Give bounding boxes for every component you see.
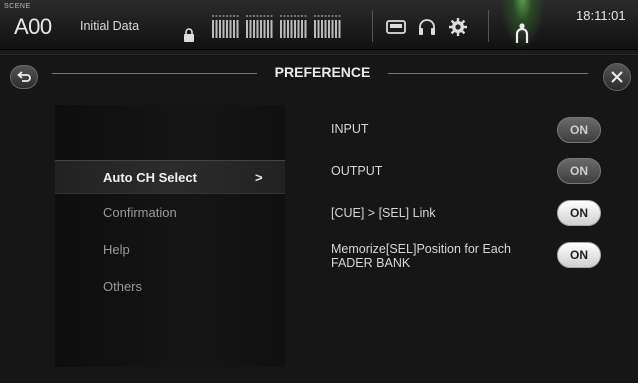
menu-item-label: Others: [103, 279, 143, 294]
gear-icon[interactable]: [447, 16, 469, 38]
menu-item-label: Confirmation: [103, 205, 177, 220]
preference-window: PREFERENCE Auto CH Select > Confirmation…: [0, 54, 638, 383]
memory-card-icon[interactable]: [385, 16, 407, 38]
setting-label-input: INPUT: [331, 122, 369, 136]
menu-item-auto-ch-select[interactable]: Auto CH Select >: [55, 160, 285, 194]
input-toggle[interactable]: ON: [557, 117, 601, 143]
menu-item-help[interactable]: Help: [55, 233, 285, 267]
close-icon: [611, 71, 623, 83]
menu-item-others[interactable]: Others: [55, 270, 285, 304]
lock-icon[interactable]: [183, 28, 195, 42]
divider: [488, 10, 489, 42]
chevron-right-icon: >: [255, 170, 263, 185]
scene-caption: SCENE: [4, 3, 31, 10]
meter-icon[interactable]: [210, 14, 360, 40]
setting-label-cue-sel-link: [CUE] > [SEL] Link: [331, 206, 436, 220]
preference-menu: Auto CH Select > Confirmation Help Other…: [55, 105, 285, 367]
memorize-sel-position-toggle[interactable]: ON: [557, 242, 601, 268]
title-divider-left: [52, 73, 257, 74]
page-title: PREFERENCE: [274, 64, 371, 80]
cue-sel-link-toggle[interactable]: ON: [557, 200, 601, 226]
back-icon: [17, 71, 31, 82]
setting-label-memorize-sel-position: Memorize[SEL]Position for Each FADER BAN…: [331, 242, 511, 270]
user-button[interactable]: [500, 0, 545, 50]
title-divider-right: [388, 73, 588, 74]
setting-label-output: OUTPUT: [331, 164, 383, 178]
menu-item-confirmation[interactable]: Confirmation: [55, 196, 285, 230]
scene-name[interactable]: Initial Data: [80, 19, 139, 33]
menu-item-label: Auto CH Select: [103, 170, 197, 185]
status-bar: SCENE A00 Initial Data 18:11:01: [0, 0, 638, 50]
back-button[interactable]: [10, 65, 38, 89]
menu-item-label: Help: [103, 242, 130, 257]
user-icon: [515, 23, 529, 43]
output-toggle[interactable]: ON: [557, 158, 601, 184]
clock: 18:11:01: [576, 8, 626, 23]
headphones-icon[interactable]: [416, 16, 438, 38]
close-button[interactable]: [603, 63, 631, 91]
scene-number[interactable]: A00: [14, 14, 52, 40]
divider: [372, 10, 373, 42]
